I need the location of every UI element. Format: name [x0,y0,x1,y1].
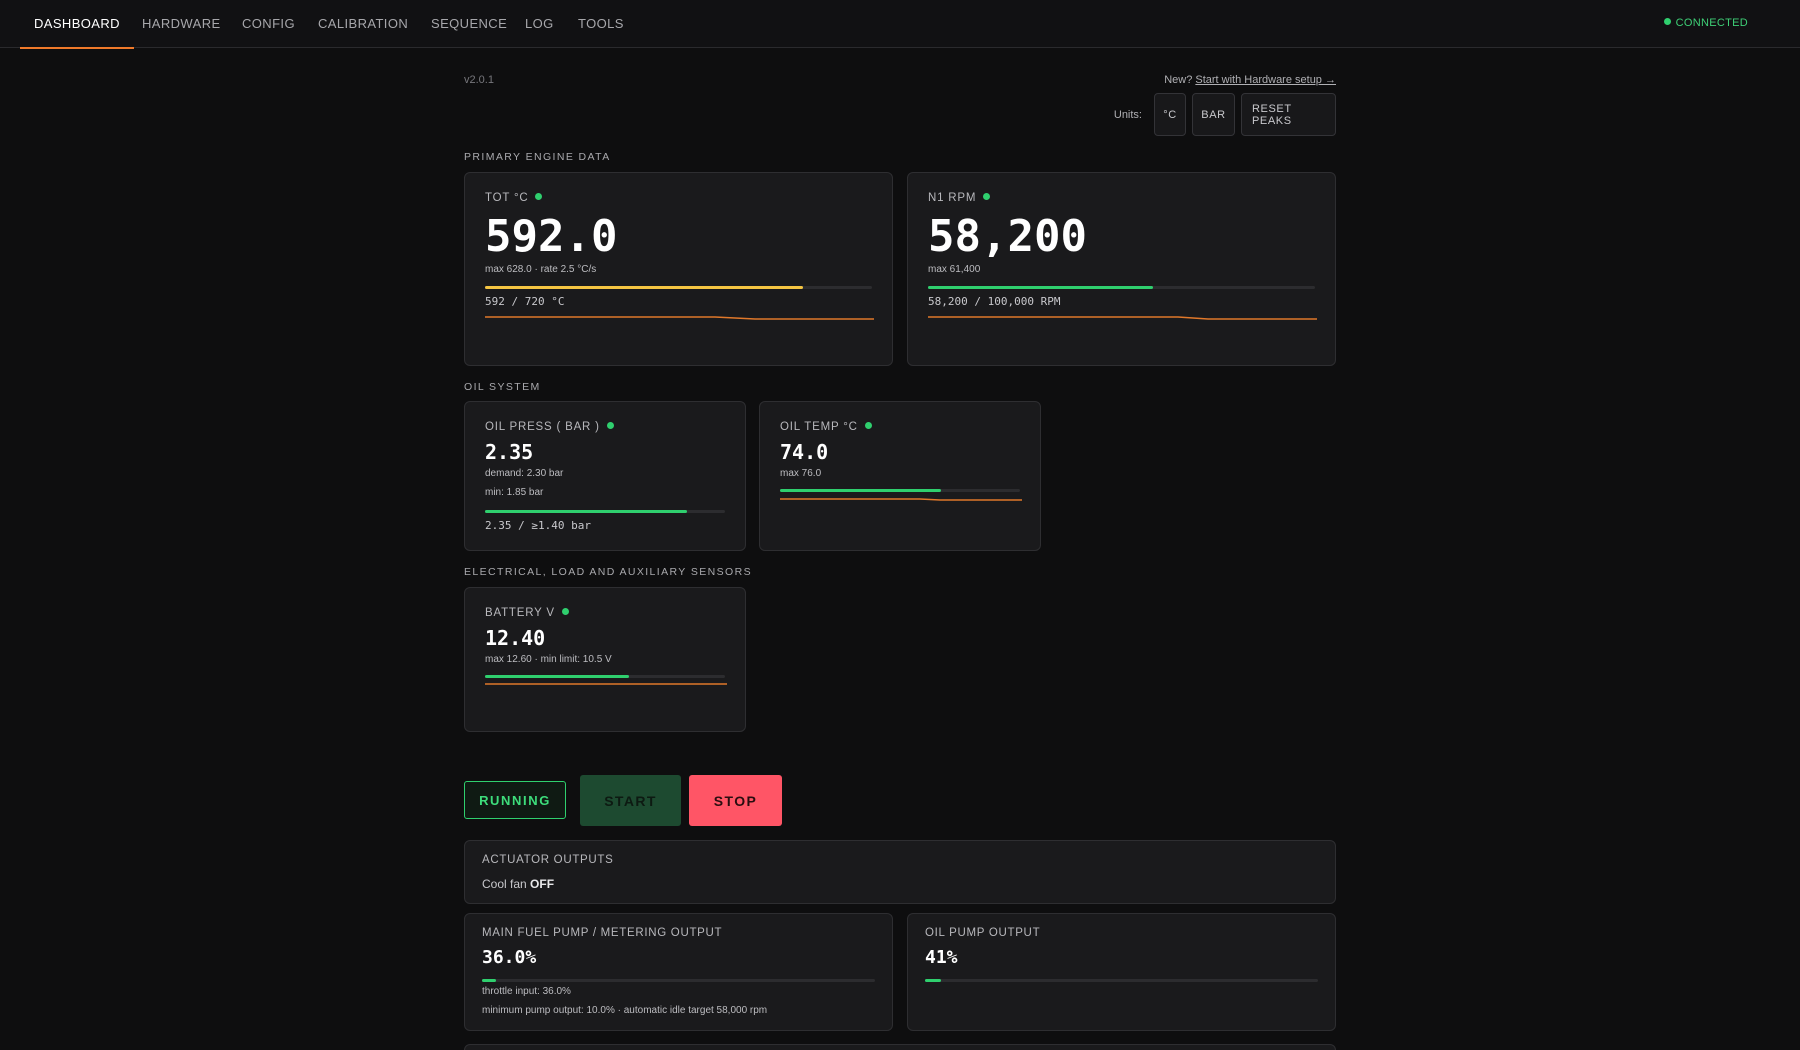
section-oil-title: OIL SYSTEM [464,381,541,393]
units-label: Units: [1113,108,1142,121]
tab-hardware[interactable]: HARDWARE [128,0,235,48]
connection-status-label: CONNECTED [1675,17,1748,29]
oil-temp-sparkline [780,498,1022,501]
unit-pressure-button[interactable]: BAR [1192,93,1235,136]
oil-press-value: 2.35 [485,440,534,464]
oil-pump-panel: OIL PUMP OUTPUT 41% [907,913,1336,1031]
units-toolbar: Units: °C BAR RESET PEAKS [1114,93,1336,136]
oil-temp-sub: max 76.0 [780,468,822,479]
oil-press-label: OIL PRESS ( BAR ) [485,421,614,433]
n1-value: 58,200 [928,211,1087,262]
oil-press-gauge-card: OIL PRESS ( BAR ) 2.35 demand: 2.30 bar … [464,401,746,551]
oil-temp-gauge-card: OIL TEMP °C 74.0 max 76.0 [759,401,1041,551]
n1-sub: max 61,400 [928,264,981,275]
oil-temp-label: OIL TEMP °C [780,421,872,433]
n1-gauge-card: N1 RPM 58,200 max 61,400 58,200 / 100,00… [907,172,1336,366]
running-status-badge: RUNNING [464,781,566,819]
cool-fan-state: OFF [530,877,555,891]
oil-press-bar-track [485,510,725,513]
oil-temp-status-dot-icon [864,422,872,429]
n1-label-text: N1 RPM [928,192,977,204]
tot-gauge-card: TOT °C 592.0 max 628.0 · rate 2.5 °C/s 5… [464,172,893,366]
fuel-pump-minimum: minimum pump output: 10.0% · automatic i… [482,1005,768,1016]
battery-bar-track [485,675,725,678]
actuator-outputs-panel: ACTUATOR OUTPUTS Cool fan OFF [464,840,1336,904]
n1-status-dot-icon [983,193,991,200]
actuator-outputs-title: ACTUATOR OUTPUTS [482,854,614,866]
battery-sub: max 12.60 · min limit: 10.5 V [485,654,612,665]
n1-label: N1 RPM [928,192,991,204]
tab-calibration[interactable]: CALIBRATION [304,0,422,48]
tab-config[interactable]: CONFIG [228,0,309,48]
oil-temp-bar-track [780,489,1020,492]
tab-log[interactable]: LOG [511,0,568,48]
tot-bar-fill [485,286,804,289]
tot-range: 592 / 720 °C [485,295,565,308]
oil-press-label-text: OIL PRESS ( BAR ) [485,421,600,433]
oil-press-min: min: 1.85 bar [485,487,544,498]
hardware-setup-link[interactable]: Start with Hardware setup → [1195,74,1336,86]
fuel-pump-title: MAIN FUEL PUMP / METERING OUTPUT [482,927,723,939]
n1-bar-fill [928,286,1154,289]
tot-value: 592.0 [485,211,618,262]
reset-peaks-button[interactable]: RESET PEAKS [1241,93,1336,136]
start-button[interactable]: START [580,775,681,826]
n1-range: 58,200 / 100,000 RPM [928,295,1061,308]
cool-fan-label: Cool fan [482,877,527,891]
connection-status: CONNECTED [1663,17,1748,29]
oil-pump-bar-fill [925,979,942,982]
tab-sequence[interactable]: SEQUENCE [417,0,521,48]
tot-bar-track [485,286,872,289]
cool-fan-status: Cool fan OFF [482,877,554,891]
status-dot-icon [1663,18,1671,25]
version-label: v2.0.1 [464,74,494,86]
battery-label: BATTERY V [485,607,569,619]
section-electrical-title: ELECTRICAL, LOAD AND AUXILIARY SENSORS [464,566,752,578]
oil-temp-bar-fill [780,489,941,492]
oil-temp-label-text: OIL TEMP °C [780,421,858,433]
section-primary-title: PRIMARY ENGINE DATA [464,151,611,163]
battery-value: 12.40 [485,626,546,650]
tot-sparkline [485,316,874,320]
tot-status-dot-icon [535,193,543,200]
battery-status-dot-icon [561,608,569,615]
new-user-prefix: New? [1164,74,1193,86]
fuel-pump-bar-fill [482,979,497,982]
fuel-pump-value: 36.0% [482,947,537,968]
tab-dashboard[interactable]: DASHBOARD [20,0,134,49]
oil-temp-value: 74.0 [780,440,829,464]
n1-sparkline [928,316,1317,320]
battery-sparkline [485,683,727,685]
stop-button[interactable]: STOP [689,775,782,826]
tab-tools[interactable]: TOOLS [564,0,638,48]
oil-pump-title: OIL PUMP OUTPUT [925,927,1041,939]
battery-gauge-card: BATTERY V 12.40 max 12.60 · min limit: 1… [464,587,746,732]
battery-label-text: BATTERY V [485,607,555,619]
new-user-hint: New? Start with Hardware setup → [1164,74,1336,86]
oil-press-demand: demand: 2.30 bar [485,468,564,479]
oil-press-status-dot-icon [606,422,614,429]
fuel-pump-throttle: throttle input: 36.0% [482,986,571,997]
fuel-pump-bar-track [482,979,875,982]
unit-temp-button[interactable]: °C [1154,93,1186,136]
oil-press-range: 2.35 / ≥1.40 bar [485,519,591,532]
n1-bar-track [928,286,1315,289]
tot-sub: max 628.0 · rate 2.5 °C/s [485,264,597,275]
tot-label: TOT °C [485,192,543,204]
top-nav: DASHBOARD HARDWARE CONFIG CALIBRATION SE… [0,0,1800,49]
battery-bar-fill [485,675,629,678]
next-panel-partial [464,1044,1336,1050]
oil-press-bar-fill [485,510,687,513]
oil-pump-bar-track [925,979,1318,982]
oil-pump-value: 41% [925,947,958,968]
tot-label-text: TOT °C [485,192,529,204]
fuel-pump-panel: MAIN FUEL PUMP / METERING OUTPUT 36.0% t… [464,913,893,1031]
